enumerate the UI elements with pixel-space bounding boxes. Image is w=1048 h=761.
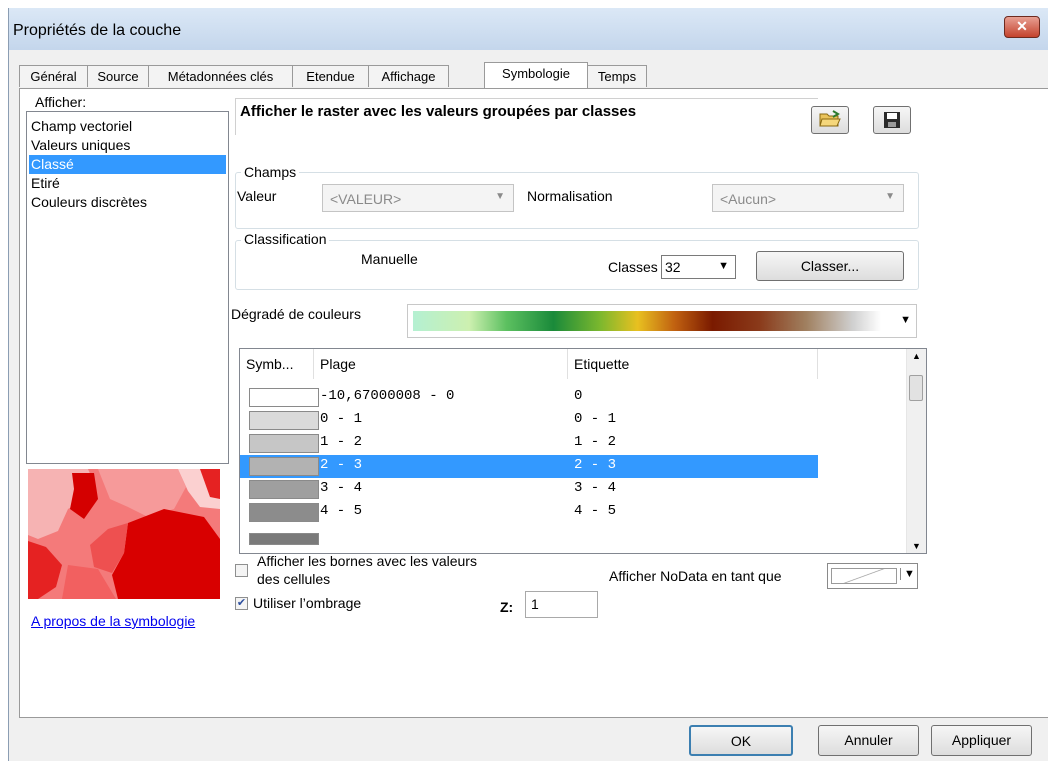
column-header-symbol[interactable]: Symb... — [240, 349, 314, 379]
symbol-swatch[interactable] — [249, 457, 319, 476]
color-ramp-preview — [413, 311, 881, 331]
open-layer-file-button[interactable] — [811, 106, 849, 134]
scrollbar-thumb[interactable] — [909, 375, 923, 401]
save-layer-file-button[interactable] — [873, 106, 911, 134]
label-cell: 0 — [574, 388, 583, 404]
renderer-heading: Afficher le raster avec les valeurs grou… — [240, 103, 637, 120]
chevron-down-icon: ▼ — [900, 568, 915, 580]
preview-image — [28, 469, 220, 599]
list-item-classified[interactable]: Classé — [29, 155, 226, 174]
tab-metadata[interactable]: Métadonnées clés — [148, 65, 293, 87]
tab-display[interactable]: Affichage — [368, 65, 449, 87]
table-row[interactable]: 3 - 4 3 - 4 — [240, 478, 818, 501]
list-item-vector-field[interactable]: Champ vectoriel — [29, 117, 226, 136]
classes-count-combo[interactable]: 32 ▼ — [661, 255, 736, 279]
tab-extent[interactable]: Etendue — [292, 65, 369, 87]
symbol-swatch[interactable] — [249, 411, 319, 430]
symbol-swatch[interactable] — [249, 533, 319, 545]
column-header-label[interactable]: Etiquette — [568, 349, 818, 379]
window-title: Propriétés de la couche — [13, 22, 182, 39]
normalization-text: <Aucun> — [720, 191, 777, 207]
label-cell: 3 - 4 — [574, 480, 617, 496]
scroll-down-icon[interactable]: ▼ — [912, 541, 921, 551]
about-symbology-link[interactable]: A propos de la symbologie — [31, 613, 195, 629]
table-row[interactable]: -10,67000008 - 0 0 — [240, 386, 818, 409]
fields-group-title: Champs — [241, 164, 300, 180]
label-cell: 2 - 3 — [574, 457, 617, 473]
table-row-partial[interactable] — [240, 524, 818, 547]
classes-label: Classes — [608, 259, 658, 275]
chevron-down-icon: ▼ — [718, 260, 729, 272]
range-cell: 1 - 2 — [320, 434, 363, 450]
normalization-combo[interactable]: <Aucun> ▼ — [712, 184, 904, 212]
list-item-stretched[interactable]: Etiré — [29, 174, 226, 193]
list-item-discrete-colors[interactable]: Couleurs discrètes — [29, 193, 226, 212]
save-disk-icon — [884, 112, 900, 128]
dialog-window: Propriétés de la couche ✕ Général Source… — [8, 8, 1048, 761]
renderer-list[interactable]: Champ vectoriel Valeurs uniques Classé E… — [26, 111, 229, 464]
range-cell: 4 - 5 — [320, 503, 363, 519]
cancel-button[interactable]: Annuler — [818, 725, 919, 756]
z-factor-input[interactable]: 1 — [525, 591, 598, 618]
tab-general[interactable]: Général — [19, 65, 88, 87]
list-item-unique-values[interactable]: Valeurs uniques — [29, 136, 226, 155]
normalization-label: Normalisation — [527, 188, 613, 204]
tab-symbology[interactable]: Symbologie — [484, 62, 588, 88]
table-row[interactable]: 0 - 1 0 - 1 — [240, 409, 818, 432]
tab-time[interactable]: Temps — [587, 65, 647, 87]
chevron-down-icon: ▼ — [885, 191, 895, 202]
tab-source[interactable]: Source — [87, 65, 149, 87]
value-field-combo[interactable]: <VALEUR> ▼ — [322, 184, 514, 212]
range-cell: 3 - 4 — [320, 480, 363, 496]
nodata-label: Afficher NoData en tant que — [609, 568, 782, 584]
ok-button[interactable]: OK — [689, 725, 793, 756]
classification-method: Manuelle — [361, 251, 418, 267]
z-label: Z: — [500, 599, 514, 615]
column-header-range[interactable]: Plage — [314, 349, 568, 379]
table-vertical-scrollbar[interactable]: ▲ ▼ — [906, 349, 926, 553]
range-cell: 2 - 3 — [320, 457, 363, 473]
value-label: Valeur — [237, 188, 277, 204]
nodata-color-swatch — [831, 568, 897, 584]
table-row[interactable]: 1 - 2 1 - 2 — [240, 432, 818, 455]
hillshade-label: Utiliser l’ombrage — [253, 595, 362, 611]
show-bounds-label-line1: Afficher les bornes avec les valeurs — [257, 553, 477, 569]
apply-button[interactable]: Appliquer — [931, 725, 1032, 756]
heading-box: Afficher le raster avec les valeurs grou… — [235, 98, 818, 135]
table-row-selected[interactable]: 2 - 3 2 - 3 — [240, 455, 818, 478]
show-bounds-checkbox[interactable] — [235, 564, 248, 577]
value-field-text: <VALEUR> — [330, 191, 402, 207]
folder-open-icon — [819, 110, 841, 127]
range-cell: 0 - 1 — [320, 411, 363, 427]
classes-count-value: 32 — [665, 259, 681, 275]
class-table[interactable]: Symb... Plage Etiquette -10,67000008 - 0… — [239, 348, 927, 554]
close-button[interactable]: ✕ — [1004, 16, 1040, 38]
chevron-down-icon: ▼ — [495, 191, 505, 202]
label-cell: 1 - 2 — [574, 434, 617, 450]
symbol-swatch[interactable] — [249, 480, 319, 499]
label-cell: 4 - 5 — [574, 503, 617, 519]
classify-button[interactable]: Classer... — [756, 251, 904, 281]
scroll-up-icon[interactable]: ▲ — [912, 351, 921, 361]
color-ramp-label: Dégradé de couleurs — [231, 306, 361, 322]
show-bounds-label-line2: des cellules — [257, 571, 331, 587]
chevron-down-icon: ▼ — [900, 314, 911, 326]
color-ramp-combo[interactable]: ▼ — [407, 304, 917, 338]
title-bar[interactable]: Propriétés de la couche ✕ — [9, 8, 1048, 50]
symbol-swatch[interactable] — [249, 503, 319, 522]
hillshade-checkbox[interactable]: ✔ — [235, 597, 248, 610]
classification-group-title: Classification — [241, 231, 330, 247]
range-cell: -10,67000008 - 0 — [320, 388, 455, 404]
symbol-swatch[interactable] — [249, 434, 319, 453]
symbol-swatch[interactable] — [249, 388, 319, 407]
label-cell: 0 - 1 — [574, 411, 617, 427]
afficher-label: Afficher: — [35, 94, 87, 110]
table-row[interactable]: 4 - 5 4 - 5 — [240, 501, 818, 524]
nodata-color-picker[interactable]: ▼ — [827, 563, 918, 589]
